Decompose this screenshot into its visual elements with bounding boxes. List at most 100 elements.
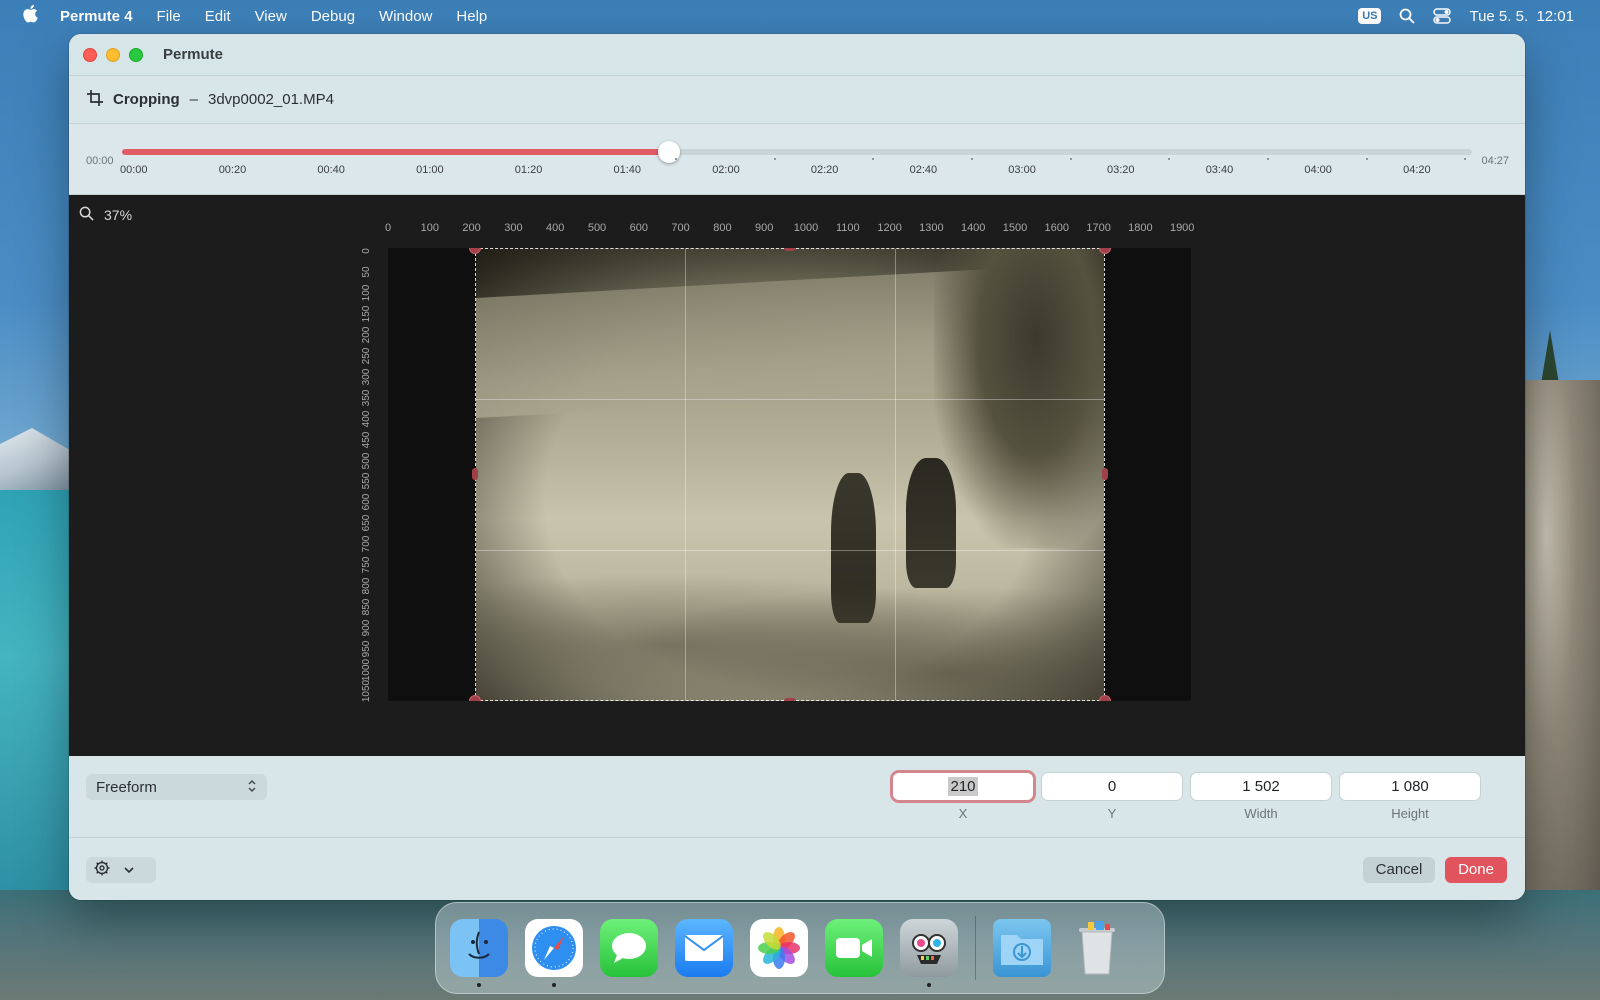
vertical-ruler: 0 50 100 150 200 250 300 350 400 450 500 550 600 650 7…: [361, 247, 375, 702]
crop-selection-box[interactable]: [475, 248, 1105, 701]
ruler-label: 400: [546, 222, 565, 234]
running-indicator: [552, 983, 556, 987]
ruler-label: 100: [361, 284, 372, 302]
timeline-tick-mark: [773, 158, 776, 160]
crop-mode-label: Cropping: [113, 91, 180, 108]
gear-icon: [94, 860, 110, 881]
menu-clock[interactable]: Tue 5. 5. 12:01: [1469, 8, 1574, 25]
aspect-ratio-select[interactable]: Freeform: [86, 774, 267, 800]
crop-width-field[interactable]: 1 502: [1191, 773, 1331, 800]
menu-edit[interactable]: Edit: [193, 8, 243, 25]
window-titlebar: Permute: [69, 34, 1525, 76]
photos-icon[interactable]: [750, 919, 808, 977]
wallpaper-water: [0, 490, 80, 910]
crop-controls: Freeform 210 X 0 Y 1 502 Width 1 080 Hei…: [69, 756, 1525, 838]
spotlight-search-icon[interactable]: [1399, 8, 1416, 24]
zoom-window-button[interactable]: [129, 47, 143, 62]
ruler-label: 900: [755, 222, 774, 234]
mail-icon[interactable]: [675, 919, 733, 977]
timeline-tick-label: 04:00: [1304, 164, 1332, 176]
menu-bar-extras: US Tue 5. 5. 12:01: [1358, 8, 1600, 25]
ruler-label: 1600: [1044, 222, 1070, 234]
zoom-level: 37%: [104, 207, 133, 223]
ruler-label: 1100: [835, 222, 860, 234]
ruler-label: 1800: [1128, 222, 1153, 234]
facetime-icon[interactable]: [825, 919, 883, 977]
ruler-label: 1050: [361, 679, 372, 702]
crop-handle-top[interactable]: [784, 248, 796, 251]
ruler-label: 750: [361, 556, 372, 574]
cancel-button[interactable]: Cancel: [1363, 857, 1435, 883]
done-button[interactable]: Done: [1445, 857, 1507, 883]
timeline-track[interactable]: [122, 141, 1472, 163]
timeline-tick-mark: [674, 158, 677, 160]
timeline-tick-mark: [1267, 158, 1270, 160]
timeline-tick-label: 00:40: [317, 164, 345, 176]
timeline-tick-mark: [1168, 158, 1171, 160]
close-window-button[interactable]: [83, 47, 97, 62]
ruler-label: 450: [361, 431, 372, 448]
timeline-tick-label: 02:00: [712, 164, 740, 176]
ruler-label: 500: [361, 452, 372, 469]
timeline-tick-label: 01:00: [416, 164, 444, 176]
ruler-label: 350: [361, 389, 372, 406]
crop-y-field[interactable]: 0: [1042, 773, 1182, 800]
crop-handle-bottom-left[interactable]: [469, 695, 481, 701]
menu-app-name[interactable]: Permute 4: [60, 8, 145, 25]
crop-handle-bottom[interactable]: [784, 698, 796, 701]
ruler-label: 600: [361, 494, 372, 511]
ruler-label: 1000: [361, 658, 372, 682]
crop-icon: [87, 89, 103, 110]
crop-width-label: Width: [1244, 806, 1278, 821]
zoom-control[interactable]: 37%: [79, 206, 132, 224]
ruler-label: 800: [713, 222, 732, 234]
video-frame: [388, 248, 1191, 701]
timeline-progress-fill: [122, 149, 669, 155]
ruler-label: 300: [361, 368, 372, 386]
timeline-tick-mark: [1365, 158, 1368, 160]
control-center-icon[interactable]: [1433, 8, 1452, 24]
ruler-label: 100: [420, 222, 439, 234]
safari-icon[interactable]: [525, 919, 583, 987]
crop-handle-bottom-right[interactable]: [1099, 695, 1111, 701]
menu-help[interactable]: Help: [444, 8, 499, 25]
menu-file[interactable]: File: [145, 8, 193, 25]
ruler-label: 1300: [919, 222, 944, 234]
menu-bar: Permute 4 File Edit View Debug Window He…: [0, 0, 1600, 32]
running-indicator: [477, 983, 481, 987]
ruler-label: 800: [361, 577, 372, 595]
trash-icon[interactable]: [1068, 919, 1126, 977]
menu-view[interactable]: View: [243, 8, 299, 25]
file-name: 3dvp0002_01.MP4: [208, 91, 334, 108]
header-separator: –: [189, 91, 198, 108]
finder-icon[interactable]: [450, 919, 508, 987]
crop-handle-right[interactable]: [1102, 468, 1108, 480]
timeline-tick-labels: 00:00 00:20 00:40 01:00 01:20 01:40 02:00 02:20…: [120, 158, 1472, 190]
ruler-label: 700: [671, 222, 690, 234]
crop-x-field[interactable]: 210: [893, 773, 1033, 800]
ruler-label: 500: [587, 222, 607, 234]
timeline-tick-mark: [1464, 158, 1467, 160]
crop-height-field[interactable]: 1 080: [1340, 773, 1480, 800]
chevron-down-icon: [124, 861, 134, 879]
ruler-label: 0: [384, 222, 392, 234]
minimize-window-button[interactable]: [106, 47, 120, 62]
settings-menu-button[interactable]: [86, 857, 156, 883]
downloads-folder-icon[interactable]: [993, 919, 1051, 977]
permute-window: Permute Cropping – 3dvp0002_01.MP4 00:00…: [69, 34, 1525, 900]
menu-debug[interactable]: Debug: [299, 8, 367, 25]
ruler-label: 900: [361, 619, 372, 637]
timeline-tick-label: 02:20: [810, 164, 839, 176]
window-title: Permute: [163, 46, 224, 63]
permute-icon[interactable]: [900, 919, 958, 987]
crop-x-value: 210: [948, 777, 978, 796]
ruler-label: 0: [361, 248, 372, 254]
menu-window[interactable]: Window: [367, 8, 444, 25]
ruler-label: 1200: [877, 222, 902, 234]
messages-icon[interactable]: [600, 919, 658, 977]
timeline-tick-label: 01:40: [613, 164, 642, 176]
keyboard-input-badge[interactable]: US: [1358, 8, 1382, 24]
timeline-tick-label: 03:20: [1107, 164, 1135, 176]
apple-menu-icon[interactable]: [0, 4, 60, 28]
crop-handle-left[interactable]: [472, 468, 478, 480]
